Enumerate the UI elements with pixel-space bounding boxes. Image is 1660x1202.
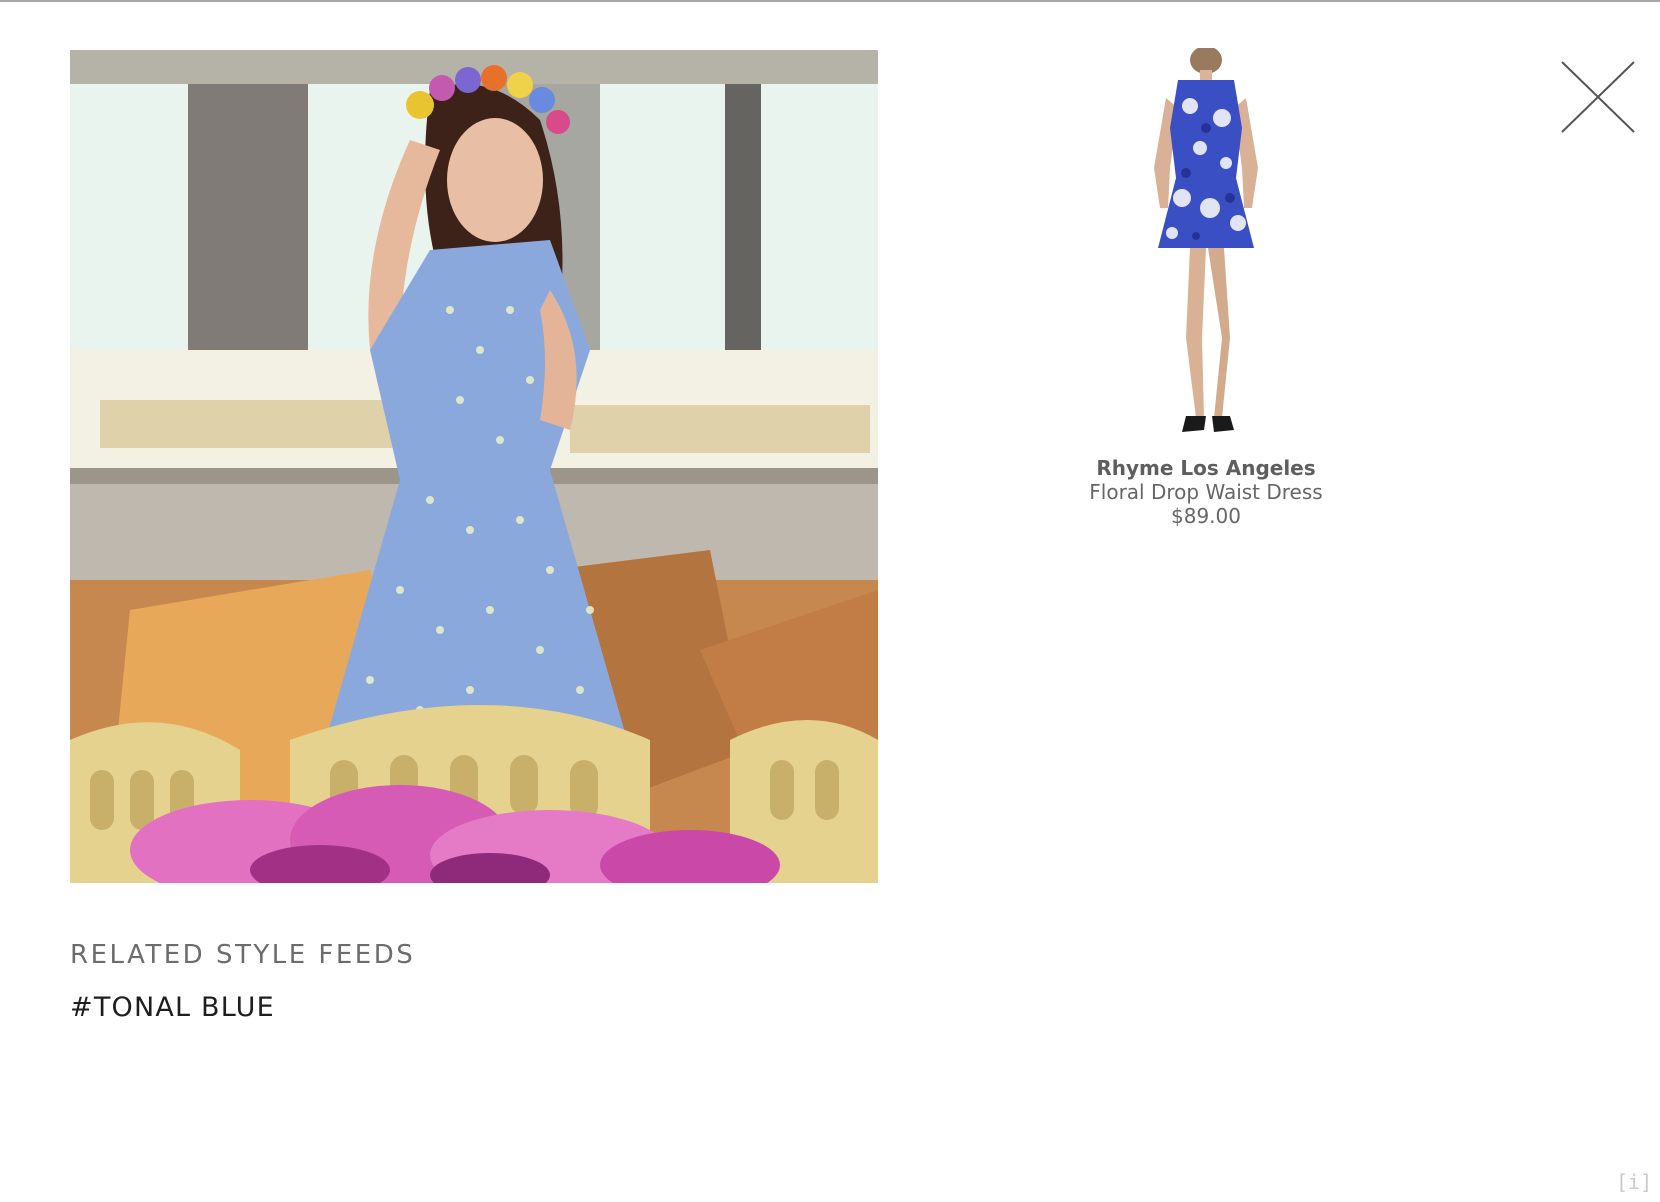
product-price: $89.00 xyxy=(1171,504,1241,528)
product-image[interactable] xyxy=(1126,48,1286,448)
top-border xyxy=(0,0,1660,2)
feed-link-tonal-blue[interactable]: #TONAL BLUE xyxy=(70,992,275,1023)
close-button[interactable] xyxy=(1558,58,1638,136)
close-x-icon xyxy=(1561,61,1635,133)
info-link[interactable]: [i] xyxy=(1616,1170,1652,1194)
look-photo xyxy=(70,50,878,883)
product-card[interactable]: Rhyme Los Angeles Floral Drop Waist Dres… xyxy=(1056,48,1356,528)
product-brand[interactable]: Rhyme Los Angeles xyxy=(1056,456,1356,480)
product-name[interactable]: Floral Drop Waist Dress xyxy=(1056,480,1356,504)
related-feeds-heading: RELATED STYLE FEEDS xyxy=(70,940,416,970)
